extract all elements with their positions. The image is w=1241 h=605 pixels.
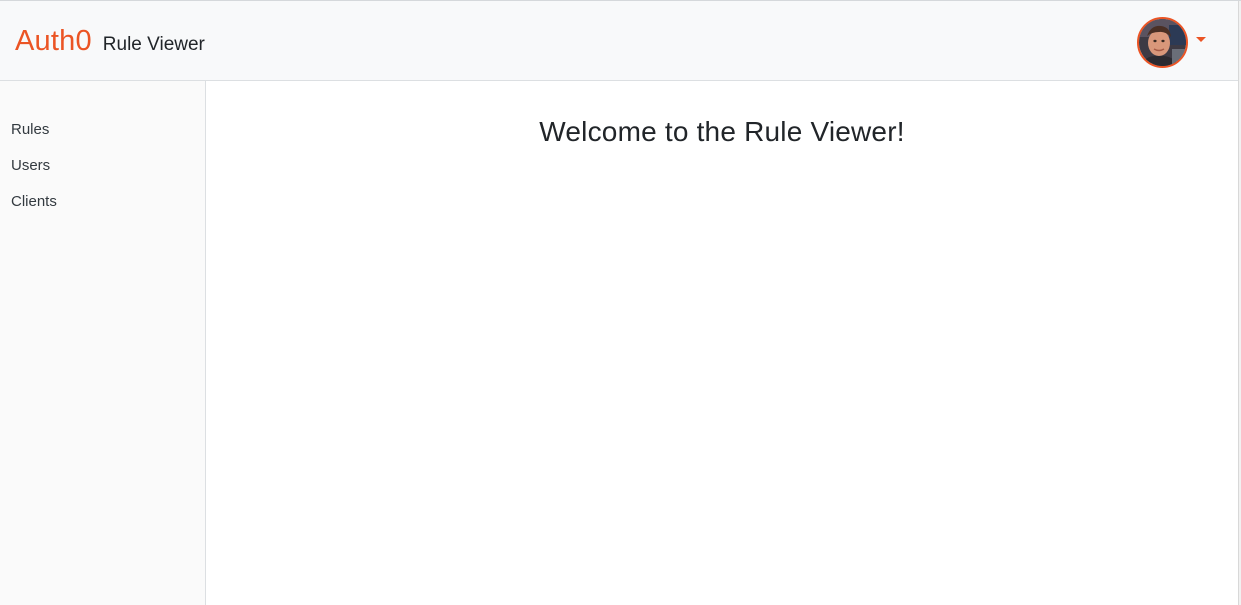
user-avatar-icon <box>1139 19 1186 66</box>
user-menu-toggle[interactable] <box>1137 17 1206 68</box>
top-navbar: Auth0 Rule Viewer <box>0 1 1238 81</box>
sidebar-item-users[interactable]: Users <box>0 155 205 191</box>
main-content: Welcome to the Rule Viewer! <box>206 81 1238 605</box>
app-window: Auth0 Rule Viewer Rules Users Clients We… <box>0 0 1241 605</box>
caret-down-icon[interactable] <box>1196 37 1206 42</box>
sidebar-item-rules[interactable]: Rules <box>0 119 205 155</box>
user-avatar[interactable] <box>1137 17 1188 68</box>
brand[interactable]: Auth0 Rule Viewer <box>15 27 205 56</box>
page-title: Welcome to the Rule Viewer! <box>539 116 905 147</box>
brand-logo[interactable]: Auth0 <box>15 27 92 56</box>
sidebar: Rules Users Clients <box>0 81 206 605</box>
sidebar-item-clients[interactable]: Clients <box>0 191 205 227</box>
app-title[interactable]: Rule Viewer <box>103 35 205 54</box>
